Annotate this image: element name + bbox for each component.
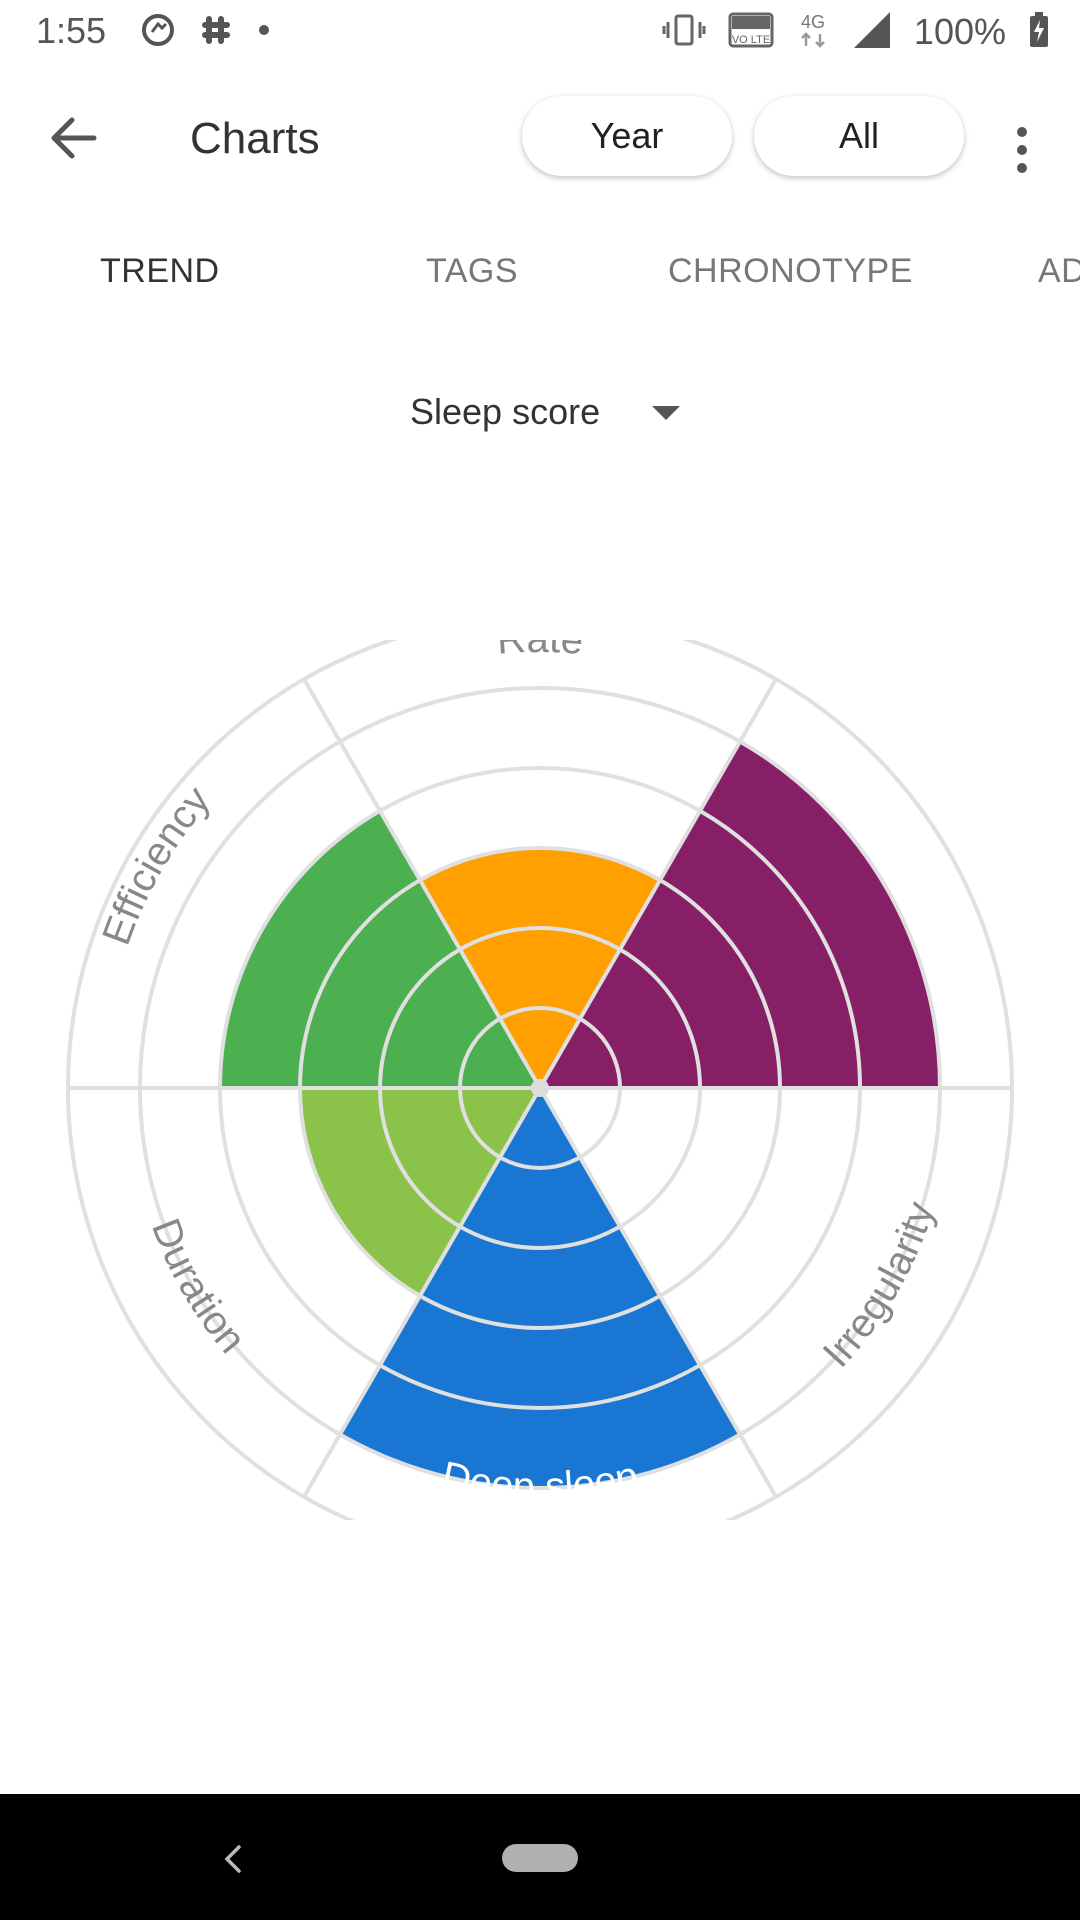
status-notification-icons: [140, 12, 272, 52]
label-irregularity: Irregularity: [815, 1197, 943, 1376]
battery-percent: 100%: [913, 11, 1006, 52]
sleep-score-polar-chart: RateSnoringIrregularityDeep sleepDuratio…: [66, 640, 1014, 1520]
tab-tags[interactable]: TAGS: [426, 252, 518, 291]
label-duration: Duration: [143, 1213, 254, 1362]
chart-center: [531, 1079, 549, 1097]
app-bar: Charts Year All: [0, 70, 1080, 202]
label-efficiency: Efficiency: [94, 778, 219, 950]
nav-back-icon: [224, 1845, 241, 1873]
tab-bar: TREND TAGS CHRONOTYPE AD: [0, 238, 1080, 312]
status-time: 1:55: [36, 10, 107, 51]
svg-text:4G: 4G: [801, 12, 825, 32]
sync-icon: [140, 12, 176, 53]
arrow-back-icon: [51, 117, 97, 159]
status-bar: 1:55 VO LTE 4G 100%: [0, 0, 1080, 64]
volte-icon: VO LTE: [728, 12, 774, 53]
nav-home-button[interactable]: [502, 1844, 578, 1872]
slack-icon: [198, 12, 234, 53]
tab-trend[interactable]: TREND: [100, 252, 220, 291]
metric-dropdown-label: Sleep score: [410, 391, 601, 432]
page-title: Charts: [190, 114, 320, 163]
tab-chronotype[interactable]: CHRONOTYPE: [668, 252, 913, 291]
back-button[interactable]: [38, 106, 110, 170]
more-vert-icon: [1017, 127, 1027, 137]
metric-dropdown[interactable]: Sleep score: [410, 388, 681, 436]
nav-back-button[interactable]: [208, 1834, 258, 1884]
period-year-button[interactable]: Year: [522, 96, 732, 176]
4g-icon: 4G: [796, 10, 830, 55]
more-options-button[interactable]: [1004, 110, 1040, 190]
dot-icon: [256, 22, 272, 43]
filter-all-button[interactable]: All: [754, 96, 964, 176]
status-system-icons: VO LTE 4G 100%: [662, 10, 1050, 54]
label-rate: Rate: [496, 640, 585, 663]
svg-text:VO LTE: VO LTE: [732, 34, 770, 46]
dropdown-arrow-icon: [652, 406, 681, 420]
system-navigation-bar: [0, 1794, 1080, 1920]
tab-advice[interactable]: AD: [1038, 252, 1080, 291]
battery-charging-icon: [1028, 11, 1050, 53]
vibrate-icon: [662, 12, 706, 53]
signal-icon: [852, 10, 892, 55]
